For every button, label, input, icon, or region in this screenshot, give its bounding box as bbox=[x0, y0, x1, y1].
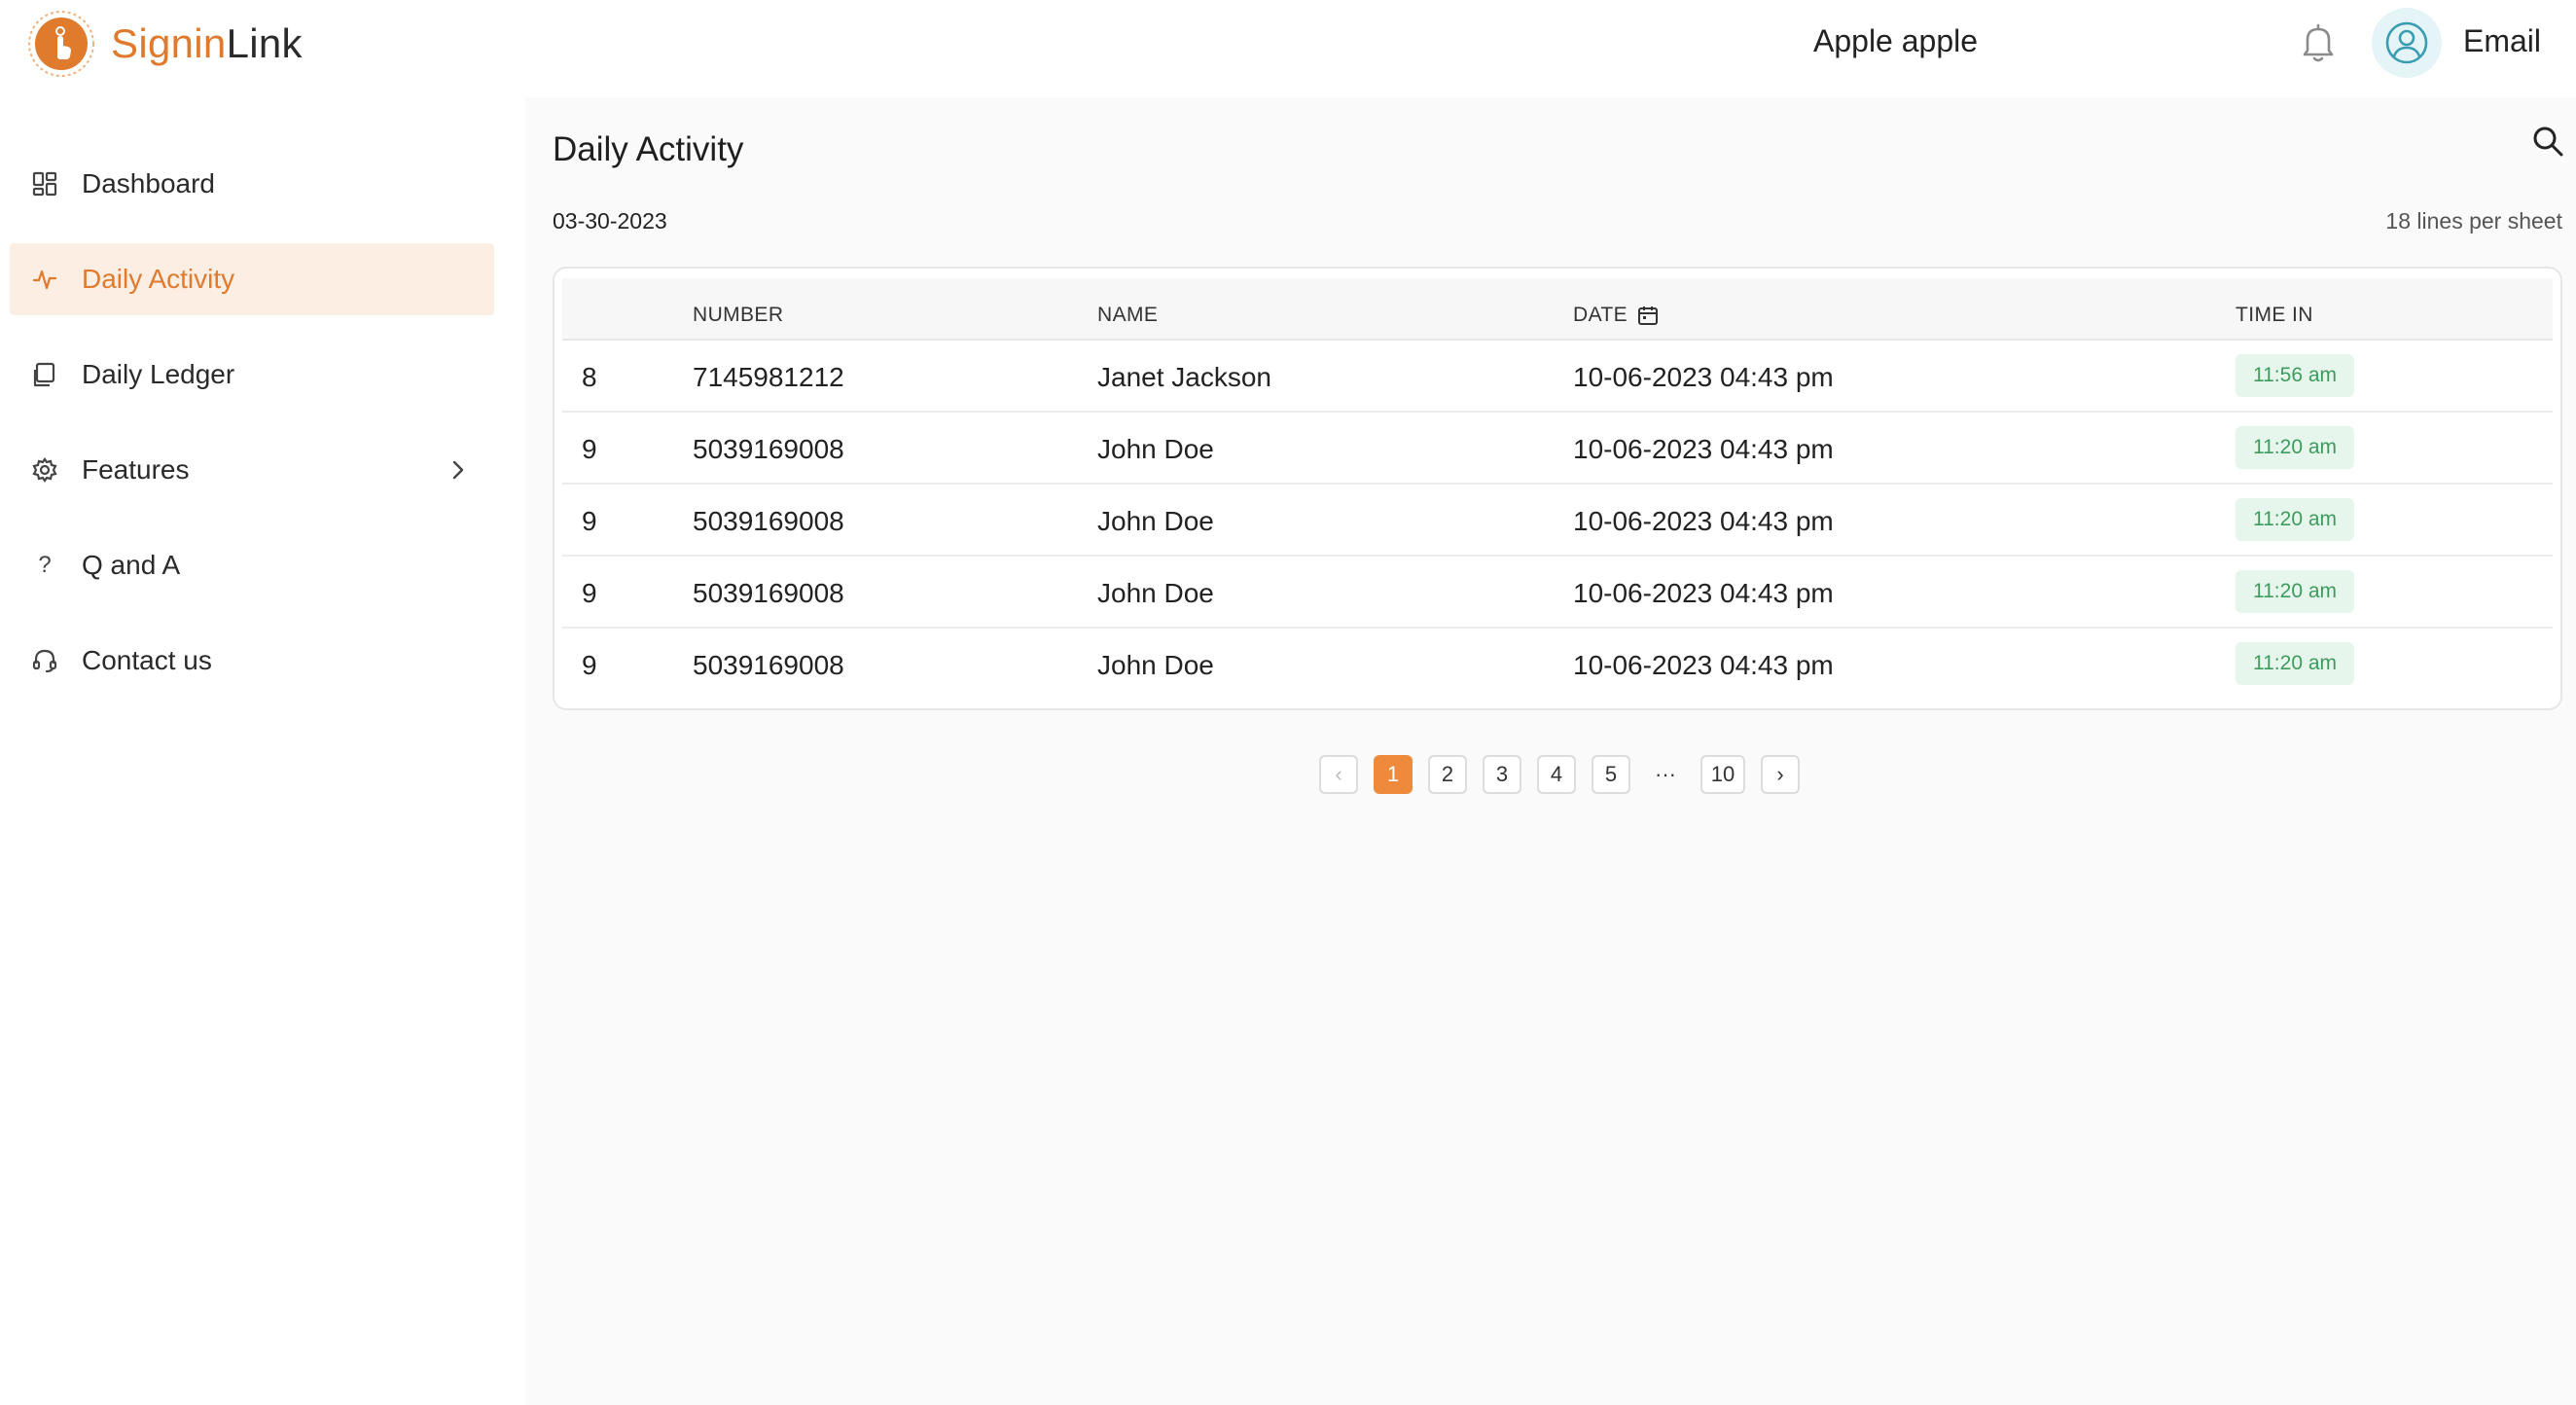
user-name: Apple apple bbox=[1813, 23, 1979, 58]
time-in-badge: 11:56 am bbox=[2236, 354, 2354, 397]
row-id: 9 bbox=[582, 650, 597, 680]
column-header-name[interactable]: NAME bbox=[1097, 304, 1158, 327]
page-button-2[interactable]: 2 bbox=[1428, 755, 1467, 794]
brand-name: SigninLink bbox=[111, 20, 303, 66]
logo-icon bbox=[28, 11, 94, 77]
page-button-3[interactable]: 3 bbox=[1483, 755, 1521, 794]
question-icon: ? bbox=[38, 552, 52, 578]
activity-icon bbox=[31, 266, 58, 293]
page-button-4[interactable]: 4 bbox=[1537, 755, 1576, 794]
row-date: 10-06-2023 04:43 pm bbox=[1573, 434, 1834, 464]
page-title: Daily Activity bbox=[553, 130, 744, 168]
sidebar-item-daily-ledger[interactable]: Daily Ledger bbox=[10, 339, 494, 411]
time-in-badge: 11:20 am bbox=[2236, 426, 2354, 469]
column-header-date-label: DATE bbox=[1573, 304, 1628, 326]
row-name: John Doe bbox=[1097, 650, 1214, 680]
table-row[interactable]: 9 5039169008 John Doe 10-06-2023 04:43 p… bbox=[562, 629, 2553, 701]
table-row[interactable]: 9 5039169008 John Doe 10-06-2023 04:43 p… bbox=[562, 413, 2553, 485]
sidebar-item-label: Daily Ledger bbox=[82, 359, 235, 389]
prev-page-button[interactable]: ‹ bbox=[1319, 755, 1358, 794]
page-button-10[interactable]: 10 bbox=[1700, 755, 1745, 794]
row-number: 5039169008 bbox=[693, 578, 844, 608]
main-content: Daily Activity 03-30-2023 18 lines per s… bbox=[525, 97, 2576, 1405]
top-bar: SigninLink Apple apple Email bbox=[0, 0, 2576, 97]
column-header-number[interactable]: NUMBER bbox=[693, 304, 783, 327]
sidebar-item-daily-activity[interactable]: Daily Activity bbox=[10, 243, 494, 315]
row-id: 9 bbox=[582, 506, 597, 536]
headset-icon bbox=[31, 647, 58, 674]
sidebar-item-features[interactable]: Features bbox=[10, 434, 494, 506]
sidebar-item-dashboard[interactable]: Dashboard bbox=[10, 148, 494, 220]
row-date: 10-06-2023 04:43 pm bbox=[1573, 506, 1834, 536]
table-row[interactable]: 9 5039169008 John Doe 10-06-2023 04:43 p… bbox=[562, 557, 2553, 629]
selected-date: 03-30-2023 bbox=[553, 208, 667, 234]
grid-icon bbox=[31, 170, 58, 198]
row-number: 7145981212 bbox=[693, 362, 844, 392]
row-date: 10-06-2023 04:43 pm bbox=[1573, 578, 1834, 608]
search-icon[interactable] bbox=[2531, 125, 2564, 158]
page-button-5[interactable]: 5 bbox=[1592, 755, 1630, 794]
chevron-right-icon bbox=[452, 460, 464, 480]
lines-per-sheet: 18 lines per sheet bbox=[2385, 208, 2562, 234]
sidebar-item-label: Dashboard bbox=[82, 168, 215, 198]
time-in-badge: 11:20 am bbox=[2236, 642, 2354, 685]
user-avatar[interactable] bbox=[2372, 8, 2442, 78]
sidebar-item-label: Contact us bbox=[82, 645, 212, 675]
sidebar-item-q-and-a[interactable]: ? Q and A bbox=[10, 529, 494, 601]
sidebar: Dashboard Daily Activity Daily Ledger Fe… bbox=[0, 97, 525, 1405]
email-label[interactable]: Email bbox=[2463, 23, 2541, 59]
table-header: NUMBER NAME DATE TIME IN bbox=[562, 278, 2553, 341]
calendar-icon[interactable] bbox=[1637, 305, 1659, 326]
row-name: Janet Jackson bbox=[1097, 362, 1271, 392]
page-button-1[interactable]: 1 bbox=[1374, 755, 1413, 794]
column-header-time-in[interactable]: TIME IN bbox=[2236, 304, 2313, 327]
row-number: 5039169008 bbox=[693, 650, 844, 680]
sidebar-item-contact-us[interactable]: Contact us bbox=[10, 625, 494, 697]
next-page-button[interactable]: › bbox=[1761, 755, 1800, 794]
row-name: John Doe bbox=[1097, 434, 1214, 464]
table-row[interactable]: 8 7145981212 Janet Jackson 10-06-2023 04… bbox=[562, 341, 2553, 413]
bell-icon[interactable] bbox=[2298, 21, 2339, 64]
time-in-badge: 11:20 am bbox=[2236, 570, 2354, 613]
sidebar-item-label: Q and A bbox=[82, 550, 181, 580]
row-id: 8 bbox=[582, 362, 597, 392]
ledger-icon bbox=[31, 361, 58, 388]
row-date: 10-06-2023 04:43 pm bbox=[1573, 650, 1834, 680]
row-id: 9 bbox=[582, 434, 597, 464]
column-header-date[interactable]: DATE bbox=[1573, 304, 1659, 327]
row-name: John Doe bbox=[1097, 506, 1214, 536]
time-in-badge: 11:20 am bbox=[2236, 498, 2354, 541]
sidebar-item-label: Features bbox=[82, 454, 190, 485]
pagination-ellipsis: ··· bbox=[1655, 762, 1676, 786]
row-name: John Doe bbox=[1097, 578, 1214, 608]
row-id: 9 bbox=[582, 578, 597, 608]
pagination: ‹ 1 2 3 4 5 ··· 10 › bbox=[1319, 755, 1815, 794]
row-number: 5039169008 bbox=[693, 434, 844, 464]
gear-icon bbox=[31, 456, 58, 484]
user-circle-icon bbox=[2385, 21, 2428, 64]
row-number: 5039169008 bbox=[693, 506, 844, 536]
sidebar-item-label: Daily Activity bbox=[82, 264, 235, 294]
activity-table: NUMBER NAME DATE TIME IN 8 7145981212 Ja… bbox=[553, 267, 2562, 710]
brand-logo[interactable]: SigninLink bbox=[27, 10, 303, 78]
table-row[interactable]: 9 5039169008 John Doe 10-06-2023 04:43 p… bbox=[562, 485, 2553, 557]
row-date: 10-06-2023 04:43 pm bbox=[1573, 362, 1834, 392]
